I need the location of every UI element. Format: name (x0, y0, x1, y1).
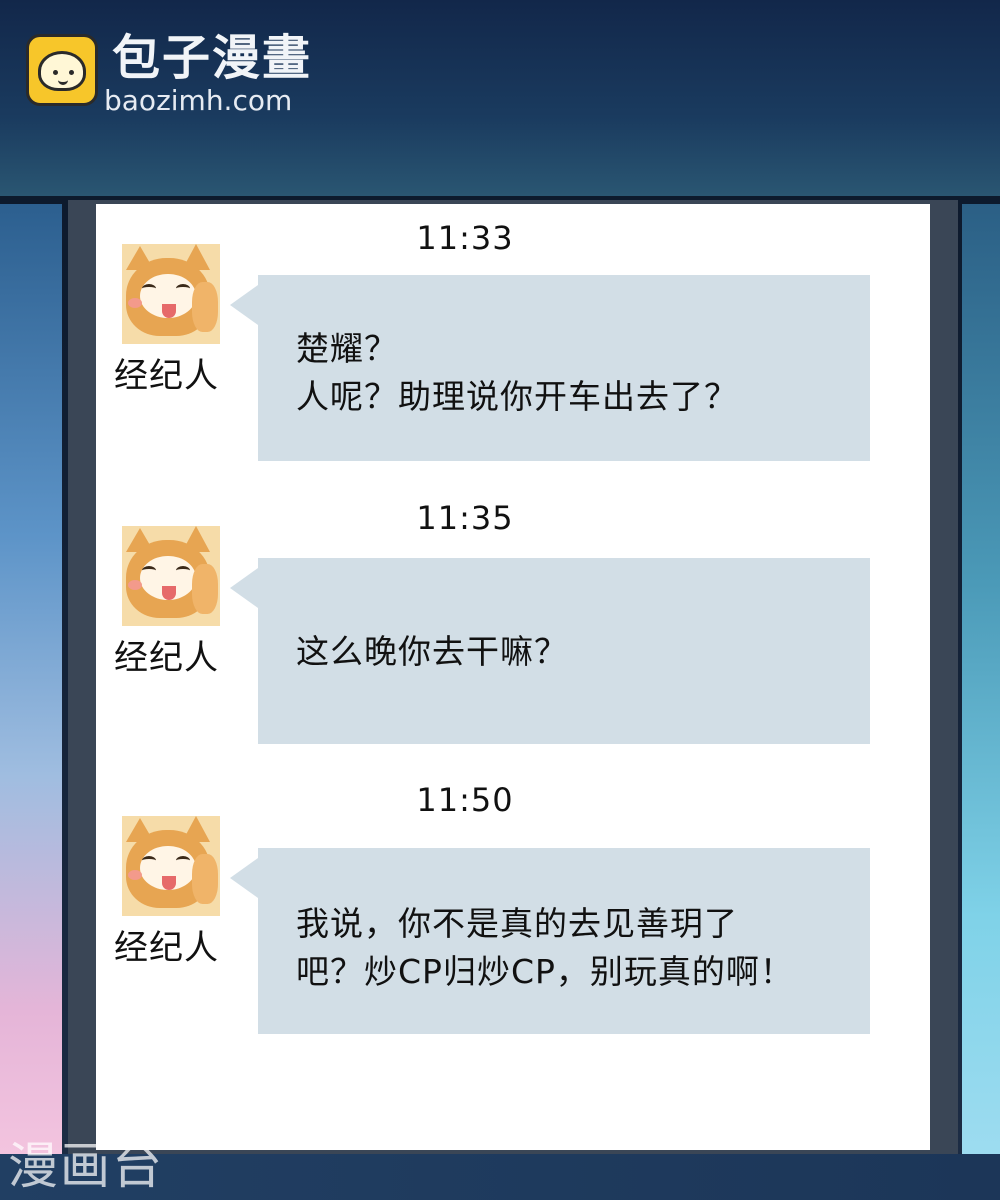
dog-tongue (162, 304, 176, 318)
bun-eye-left (53, 70, 58, 75)
dog-paw (192, 854, 218, 904)
watermark-text: 漫画台 (8, 1137, 164, 1195)
dog-eye-right (176, 566, 190, 575)
dog-tongue (162, 876, 176, 890)
message-bubble[interactable]: 这么晚你去干嘛？ (230, 558, 870, 744)
dog-eye-left (142, 284, 156, 293)
bun-eye-right (69, 70, 74, 75)
site-url[interactable]: baozimh.com (104, 84, 292, 118)
dog-paw (192, 564, 218, 614)
steamed-bun-icon[interactable] (26, 34, 98, 106)
dog-eye-right (176, 856, 190, 865)
site-header: 包子漫畫 baozimh.com (0, 0, 1000, 196)
sender-name: 经纪人 (114, 638, 219, 678)
dog-blush-left (128, 298, 142, 308)
background-gradient-left (0, 204, 62, 1154)
message-bubble[interactable]: 楚耀？ 人呢？助理说你开车出去了？ (230, 275, 870, 461)
bun-mouth (58, 77, 68, 85)
background-gradient-right (962, 204, 1000, 1154)
dog-eye-left (142, 856, 156, 865)
dog-blush-left (128, 870, 142, 880)
sender-name: 经纪人 (114, 356, 219, 396)
dog-paw (192, 282, 218, 332)
message-text: 我说，你不是真的去见善玥了 吧？炒CP归炒CP，别玩真的啊！ (296, 904, 794, 991)
site-name[interactable]: 包子漫畫 (112, 30, 312, 86)
bun-shape (38, 51, 86, 91)
dog-eye-right (176, 284, 190, 293)
shiba-dog-avatar[interactable] (122, 816, 220, 916)
bubble-tail (230, 858, 258, 898)
sender-name: 经纪人 (114, 928, 219, 968)
dog-blush-left (128, 580, 142, 590)
message-bubble[interactable]: 我说，你不是真的去见善玥了 吧？炒CP归炒CP，别玩真的啊！ (230, 848, 870, 1034)
message-time: 11:50 (416, 781, 514, 819)
dog-tongue (162, 586, 176, 600)
chat-message: 11:33 经纪人 楚耀？ 人呢？助理说你开车出去了？ (96, 216, 930, 466)
chat-message: 11:35 经纪人 这么晚你去干嘛？ (96, 498, 930, 748)
message-text: 这么晚你去干嘛？ (296, 632, 568, 671)
bubble-tail (230, 285, 258, 325)
chat-message: 11:50 经纪人 我说，你不是真的去见善玥了 吧？炒CP归炒CP，别玩真的啊！ (96, 782, 930, 1042)
dog-eye-left (142, 566, 156, 575)
shiba-dog-avatar[interactable] (122, 244, 220, 344)
shiba-dog-avatar[interactable] (122, 526, 220, 626)
bubble-tail (230, 568, 258, 608)
message-text: 楚耀？ 人呢？助理说你开车出去了？ (296, 329, 738, 416)
